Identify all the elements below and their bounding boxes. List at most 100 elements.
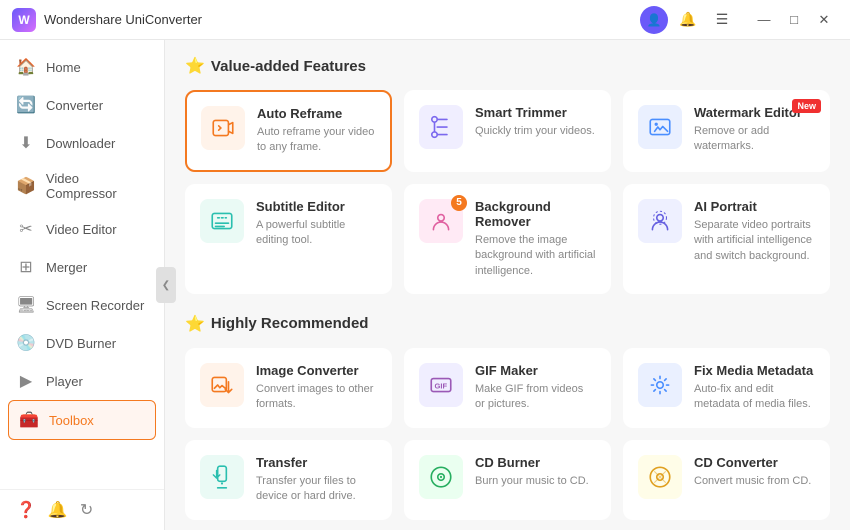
cd-burner-name: CD Burner	[475, 455, 589, 470]
title-bar: W Wondershare UniConverter 👤 🔔 ☰ — □ ✕	[0, 0, 850, 40]
sidebar-item-toolbox[interactable]: 🧰 Toolbox	[8, 400, 156, 440]
cd-burner-icon	[428, 464, 454, 490]
smart-trimmer-icon	[428, 114, 454, 140]
feature-card-smart-trimmer[interactable]: Smart Trimmer Quickly trim your videos.	[404, 90, 611, 172]
sidebar-item-player[interactable]: ▶ Player	[0, 362, 164, 400]
auto-reframe-desc: Auto reframe your video to any frame.	[257, 125, 376, 156]
collapse-sidebar-button[interactable]: ❮	[156, 267, 176, 303]
sidebar-label-converter: Converter	[46, 98, 103, 113]
gif-maker-text: GIF Maker Make GIF from videos or pictur…	[475, 363, 596, 413]
sidebar-item-converter[interactable]: 🔄 Converter	[0, 86, 164, 124]
feature-card-subtitle-editor[interactable]: Subtitle Editor A powerful subtitle edit…	[185, 184, 392, 294]
image-converter-desc: Convert images to other formats.	[256, 382, 377, 413]
image-converter-icon-wrap	[200, 363, 244, 407]
feature-card-background-remover[interactable]: 5 Background Remover Remove the image ba…	[404, 184, 611, 294]
subtitle-editor-name: Subtitle Editor	[256, 199, 377, 214]
sidebar-nav: 🏠 Home 🔄 Converter ⬇ Downloader 📦 Video …	[0, 40, 164, 489]
cd-converter-icon-wrap	[638, 455, 682, 499]
maximize-button[interactable]: □	[780, 6, 808, 34]
auto-reframe-name: Auto Reframe	[257, 106, 376, 121]
sidebar-item-merger[interactable]: ⊞ Merger	[0, 248, 164, 286]
smart-trimmer-icon-wrap	[419, 105, 463, 149]
merger-icon: ⊞	[16, 257, 36, 277]
cd-burner-desc: Burn your music to CD.	[475, 474, 589, 489]
subtitle-editor-icon-wrap	[200, 199, 244, 243]
sidebar-item-downloader[interactable]: ⬇ Downloader	[0, 124, 164, 162]
feature-card-watermark-editor[interactable]: New Watermark Editor Remove or add water…	[623, 90, 830, 172]
gif-maker-desc: Make GIF from videos or pictures.	[475, 382, 596, 413]
image-converter-icon	[209, 372, 235, 398]
ai-portrait-text: AI Portrait Separate video portraits wit…	[694, 199, 815, 264]
ai-portrait-icon-wrap	[638, 199, 682, 243]
feature-card-cd-burner[interactable]: CD Burner Burn your music to CD.	[404, 440, 611, 520]
image-converter-text: Image Converter Convert images to other …	[256, 363, 377, 413]
smart-trimmer-text: Smart Trimmer Quickly trim your videos.	[475, 105, 595, 139]
cd-burner-text: CD Burner Burn your music to CD.	[475, 455, 589, 489]
feature-card-gif-maker[interactable]: GIF GIF Maker Make GIF from videos or pi…	[404, 348, 611, 428]
transfer-name: Transfer	[256, 455, 377, 470]
value-added-icon: ⭐	[185, 56, 205, 76]
background-remover-icon	[428, 208, 454, 234]
sidebar-label-toolbox: Toolbox	[49, 413, 94, 428]
cd-converter-name: CD Converter	[694, 455, 811, 470]
auto-reframe-icon-wrap	[201, 106, 245, 150]
feature-card-image-converter[interactable]: Image Converter Convert images to other …	[185, 348, 392, 428]
image-converter-name: Image Converter	[256, 363, 377, 378]
fix-media-metadata-icon	[647, 372, 673, 398]
cd-converter-icon	[647, 464, 673, 490]
subtitle-editor-text: Subtitle Editor A powerful subtitle edit…	[256, 199, 377, 249]
title-bar-left: W Wondershare UniConverter	[12, 8, 202, 32]
content-area: ⭐ Value-added Features Auto Reframe Auto…	[165, 40, 850, 530]
app-title: Wondershare UniConverter	[44, 12, 202, 27]
alerts-icon[interactable]: 🔔	[48, 500, 68, 520]
gif-maker-icon: GIF	[428, 372, 454, 398]
transfer-icon-wrap	[200, 455, 244, 499]
auto-reframe-text: Auto Reframe Auto reframe your video to …	[257, 106, 376, 156]
sidebar-label-merger: Merger	[46, 260, 87, 275]
svg-text:GIF: GIF	[435, 381, 448, 390]
recommended-title: Highly Recommended	[211, 315, 369, 332]
recommended-icon: ⭐	[185, 314, 205, 334]
fix-media-metadata-icon-wrap	[638, 363, 682, 407]
feature-card-cd-converter[interactable]: CD Converter Convert music from CD.	[623, 440, 830, 520]
sidebar-item-home[interactable]: 🏠 Home	[0, 48, 164, 86]
main-layout: 🏠 Home 🔄 Converter ⬇ Downloader 📦 Video …	[0, 40, 850, 530]
transfer-icon	[209, 464, 235, 490]
feature-card-fix-media-metadata[interactable]: Fix Media Metadata Auto-fix and edit met…	[623, 348, 830, 428]
sidebar-item-video-editor[interactable]: ✂ Video Editor	[0, 210, 164, 248]
cd-converter-text: CD Converter Convert music from CD.	[694, 455, 811, 489]
sidebar-label-video-compressor: Video Compressor	[46, 171, 148, 201]
sidebar-label-downloader: Downloader	[46, 136, 115, 151]
help-icon[interactable]: ❓	[16, 500, 36, 520]
screen-recorder-icon: 🖥	[16, 295, 36, 315]
window-controls: — □ ✕	[750, 6, 838, 34]
watermark-editor-desc: Remove or add watermarks.	[694, 124, 815, 155]
sidebar-label-home: Home	[46, 60, 81, 75]
background-remover-desc: Remove the image background with artific…	[475, 233, 596, 279]
feature-card-transfer[interactable]: Transfer Transfer your files to device o…	[185, 440, 392, 520]
auto-reframe-icon	[210, 115, 236, 141]
refresh-icon[interactable]: ↻	[80, 500, 93, 520]
subtitle-editor-icon	[209, 208, 235, 234]
gif-maker-name: GIF Maker	[475, 363, 596, 378]
menu-icon[interactable]: ☰	[708, 6, 736, 34]
new-badge: New	[792, 99, 821, 113]
sidebar-bottom: ❓ 🔔 ↻	[0, 489, 164, 530]
fix-media-metadata-text: Fix Media Metadata Auto-fix and edit met…	[694, 363, 815, 413]
video-editor-icon: ✂	[16, 219, 36, 239]
video-compressor-icon: 📦	[16, 176, 36, 196]
background-remover-name: Background Remover	[475, 199, 596, 229]
sidebar-label-screen-recorder: Screen Recorder	[46, 298, 144, 313]
home-icon: 🏠	[16, 57, 36, 77]
subtitle-editor-desc: A powerful subtitle editing tool.	[256, 218, 377, 249]
feature-card-auto-reframe[interactable]: Auto Reframe Auto reframe your video to …	[185, 90, 392, 172]
feature-card-ai-portrait[interactable]: AI Portrait Separate video portraits wit…	[623, 184, 830, 294]
sidebar-item-dvd-burner[interactable]: 💿 DVD Burner	[0, 324, 164, 362]
user-icon[interactable]: 👤	[640, 6, 668, 34]
notification-bell-icon[interactable]: 🔔	[674, 6, 702, 34]
cd-burner-icon-wrap	[419, 455, 463, 499]
sidebar-item-video-compressor[interactable]: 📦 Video Compressor	[0, 162, 164, 210]
sidebar-item-screen-recorder[interactable]: 🖥 Screen Recorder	[0, 286, 164, 324]
close-button[interactable]: ✕	[810, 6, 838, 34]
minimize-button[interactable]: —	[750, 6, 778, 34]
